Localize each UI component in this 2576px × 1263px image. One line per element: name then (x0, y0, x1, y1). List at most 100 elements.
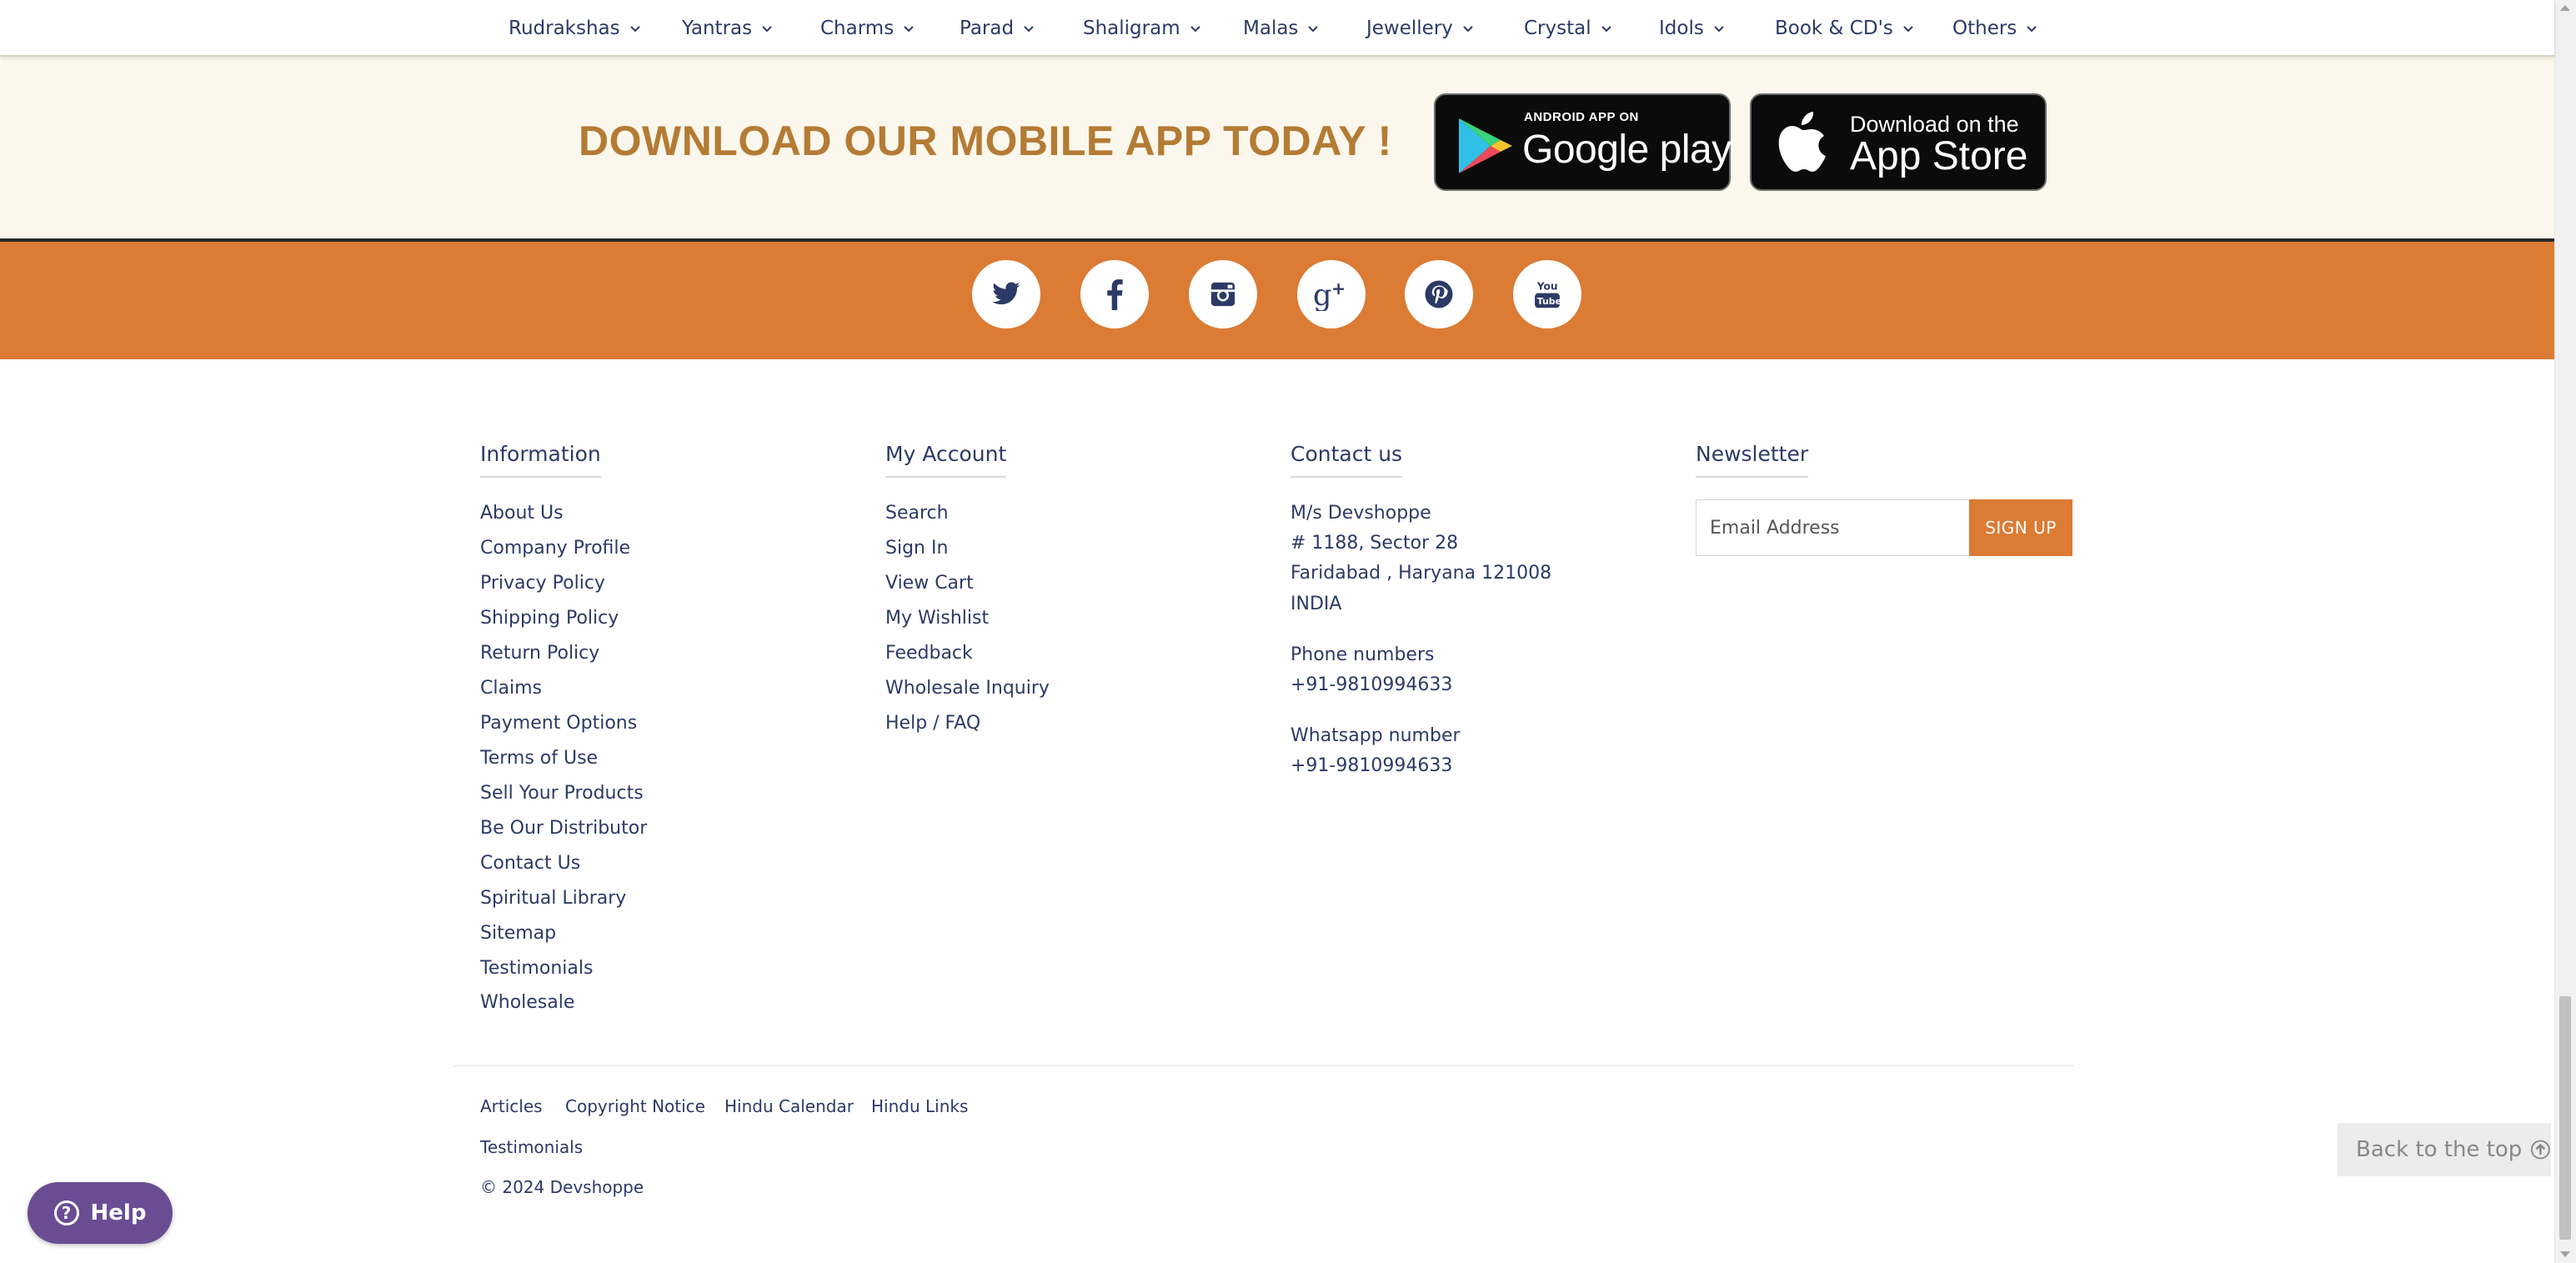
footer-link-payment-options[interactable]: Payment Options (480, 713, 637, 734)
twitter-link[interactable] (972, 260, 1040, 328)
google-play-button[interactable]: ANDROID APP ON Google play (1434, 93, 1732, 191)
nav-label: Crystal (1524, 18, 1591, 39)
footer-link-sell-your-products[interactable]: Sell Your Products (480, 783, 644, 804)
footer-link-sitemap[interactable]: Sitemap (480, 923, 556, 944)
contact-address-line: M/s Devshoppe (1291, 503, 1431, 524)
google-play-icon (1459, 118, 1512, 173)
nav-label: Idols (1659, 18, 1704, 39)
google-plus-icon: g + (1313, 278, 1346, 311)
google-play-small-text: ANDROID APP ON (1524, 110, 1639, 124)
help-label: Help (90, 1200, 147, 1225)
footer-link-contact-us[interactable]: Contact Us (480, 853, 580, 874)
nav-label: Others (1952, 18, 2017, 39)
account-link-sign-in[interactable]: Sign In (885, 538, 948, 559)
app-store-button[interactable]: Download on the App Store (1750, 93, 2047, 191)
footer-link-claims[interactable]: Claims (480, 678, 542, 699)
scroll-down-arrow-icon[interactable] (2559, 1250, 2571, 1259)
svg-text:Tube: Tube (1537, 296, 1561, 307)
twitter-icon (992, 282, 1020, 305)
nav-label: Malas (1243, 18, 1299, 39)
chevron-down-icon (904, 25, 914, 32)
pinterest-link[interactable] (1405, 260, 1473, 328)
chevron-down-icon (1190, 25, 1200, 32)
copyright-text: © 2024 Devshoppe (480, 1177, 644, 1197)
footer-link-privacy-policy[interactable]: Privacy Policy (480, 573, 605, 594)
nav-item-rudrakshas[interactable]: Rudrakshas (509, 12, 640, 45)
whatsapp-label: Whatsapp number (1291, 725, 1461, 746)
chevron-down-icon (762, 25, 772, 32)
contact-address-line: INDIA (1291, 594, 1342, 614)
footer-link-about-us[interactable]: About Us (480, 503, 564, 524)
nav-item-crystal[interactable]: Crystal (1524, 12, 1611, 45)
nav-item-jewellery[interactable]: Jewellery (1366, 12, 1473, 45)
chevron-down-icon (1463, 25, 1473, 32)
account-link-my-wishlist[interactable]: My Wishlist (885, 608, 989, 629)
apple-icon (1778, 112, 1826, 172)
account-link-search[interactable]: Search (885, 503, 949, 524)
scroll-up-arrow-icon[interactable] (2559, 3, 2571, 12)
facebook-link[interactable] (1080, 260, 1149, 328)
arrow-up-circle-icon (2531, 1140, 2551, 1160)
google-play-big-text: Google play (1522, 128, 1732, 172)
footer-link-spiritual-library[interactable]: Spiritual Library (480, 888, 626, 909)
footer-link-terms-of-use[interactable]: Terms of Use (480, 748, 598, 769)
bottom-link-hindu-links[interactable]: Hindu Links (871, 1096, 968, 1116)
nav-item-idols[interactable]: Idols (1659, 12, 1724, 45)
nav-label: Shaligram (1083, 18, 1180, 39)
nav-item-malas[interactable]: Malas (1243, 12, 1319, 45)
pinterest-icon (1425, 280, 1453, 308)
bottom-link-hindu-calendar[interactable]: Hindu Calendar (724, 1096, 854, 1116)
nav-label: Charms (820, 18, 895, 39)
newsletter-email-input[interactable] (1696, 499, 1969, 556)
nav-item-yantras[interactable]: Yantras (682, 12, 772, 45)
scrollbar-thumb[interactable] (2559, 996, 2571, 1240)
chevron-down-icon (1308, 25, 1319, 32)
contact-address-line: # 1188, Sector 28 (1291, 533, 1459, 554)
account-link-feedback[interactable]: Feedback (885, 643, 973, 664)
youtube-icon: You Tube (1535, 281, 1561, 308)
contact-address-line: Faridabad , Haryana 121008 (1291, 563, 1552, 584)
nav-label: Book & CD's (1775, 18, 1893, 39)
chevron-down-icon (2027, 25, 2037, 32)
nav-label: Yantras (682, 18, 753, 39)
footer-link-wholesale[interactable]: Wholesale (480, 992, 574, 1013)
newsletter-signup-button[interactable]: SIGN UP (1969, 499, 2072, 556)
bottom-link-copyright-notice[interactable]: Copyright Notice (565, 1096, 705, 1116)
whatsapp-number: +91-9810994633 (1291, 755, 1453, 776)
bottom-link-articles[interactable]: Articles (480, 1096, 543, 1116)
footer-link-return-policy[interactable]: Return Policy (480, 643, 599, 664)
facebook-icon (1107, 279, 1123, 310)
nav-item-charms[interactable]: Charms (820, 12, 914, 45)
svg-text:You: You (1536, 281, 1558, 293)
back-to-top-label: Back to the top (2356, 1137, 2523, 1162)
footer-link-testimonials[interactable]: Testimonials (480, 958, 593, 979)
back-to-top-button[interactable]: Back to the top (2338, 1123, 2551, 1176)
google-plus-link[interactable]: g + (1297, 260, 1366, 328)
question-icon: ? (53, 1200, 79, 1225)
phone-number: +91-9810994633 (1291, 674, 1453, 695)
nav-label: Parad (960, 18, 1015, 39)
information-heading: Information (480, 442, 601, 478)
youtube-link[interactable]: You Tube (1513, 260, 1581, 328)
chevron-down-icon (1024, 25, 1034, 32)
account-link-view-cart[interactable]: View Cart (885, 573, 974, 594)
instagram-link[interactable] (1189, 260, 1257, 328)
footer-link-be-our-distributor[interactable]: Be Our Distributor (480, 818, 647, 839)
nav-item-parad[interactable]: Parad (960, 12, 1034, 45)
app-store-big-text: App Store (1850, 134, 2028, 178)
account-link-wholesale-inquiry[interactable]: Wholesale Inquiry (885, 678, 1050, 699)
nav-item-books-cds[interactable]: Book & CD's (1775, 12, 1913, 45)
nav-label: Rudrakshas (509, 18, 620, 39)
footer-link-company-profile[interactable]: Company Profile (480, 538, 630, 559)
nav-item-others[interactable]: Others (1952, 12, 2037, 45)
my-account-heading: My Account (885, 442, 1007, 478)
bottom-link-testimonials[interactable]: Testimonials (480, 1137, 583, 1157)
nav-item-shaligram[interactable]: Shaligram (1083, 12, 1200, 45)
account-link-help-faq[interactable]: Help / FAQ (885, 713, 980, 734)
svg-text:+: + (1331, 278, 1346, 298)
help-widget-button[interactable]: ? Help (28, 1182, 173, 1244)
chevron-down-icon (1714, 25, 1724, 32)
newsletter-heading: Newsletter (1696, 442, 1809, 478)
chevron-down-icon (629, 25, 640, 32)
footer-link-shipping-policy[interactable]: Shipping Policy (480, 608, 619, 629)
